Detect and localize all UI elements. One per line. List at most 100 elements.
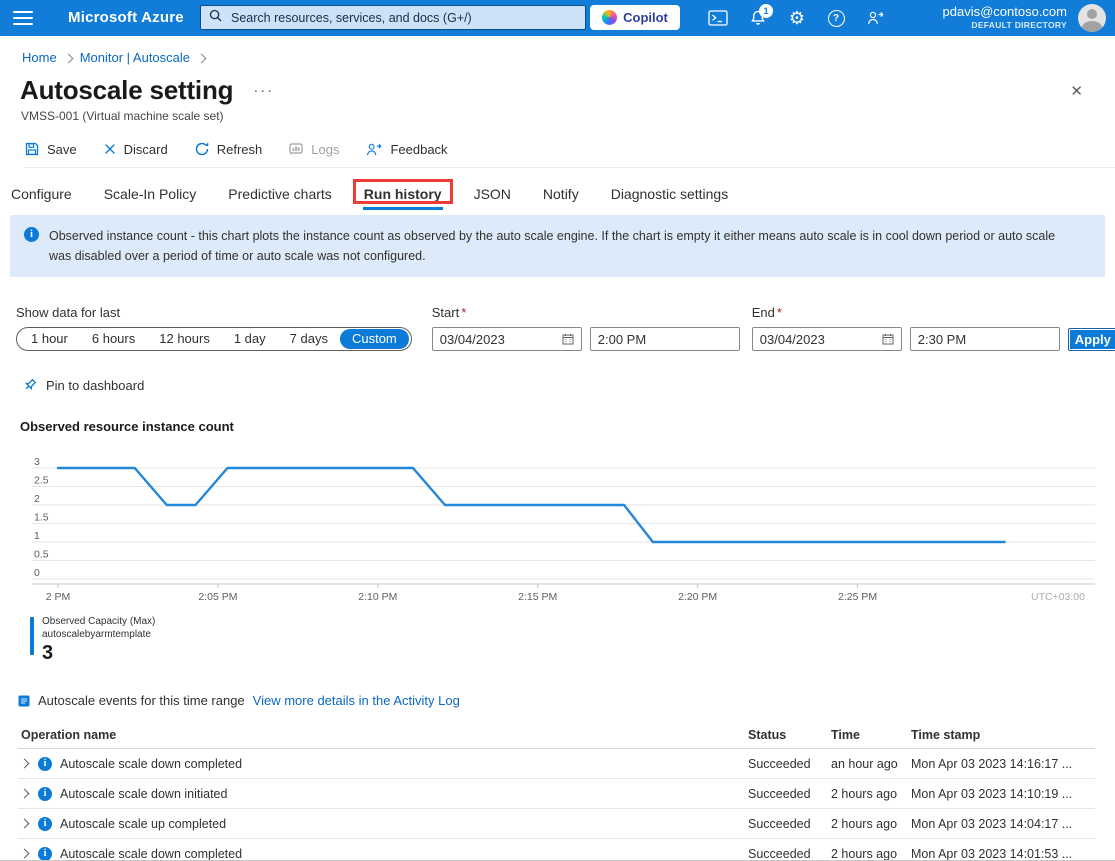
svg-text:2:05 PM: 2:05 PM — [198, 591, 237, 603]
tab-json[interactable]: JSON — [473, 182, 512, 210]
expand-chevron-icon[interactable] — [20, 759, 30, 769]
tab-scale-in-policy[interactable]: Scale-In Policy — [103, 182, 198, 210]
calendar-icon — [882, 333, 894, 345]
feedback-person-icon — [866, 10, 885, 26]
info-banner: i Observed instance count - this chart p… — [10, 215, 1105, 277]
copilot-button[interactable]: Copilot — [590, 5, 680, 30]
brand-title[interactable]: Microsoft Azure — [68, 9, 184, 26]
end-group: End* 03/04/2023 2:30 PM — [752, 305, 1060, 351]
logs-button[interactable]: Logs — [288, 141, 339, 157]
more-options-icon[interactable]: ··· — [253, 82, 274, 99]
end-date-field[interactable]: 03/04/2023 — [752, 327, 902, 351]
legend-resource-name: autoscalebyarmtemplate — [42, 628, 155, 641]
account-info[interactable]: pdavis@contoso.com DEFAULT DIRECTORY — [943, 4, 1067, 31]
avatar[interactable] — [1078, 4, 1106, 32]
table-row[interactable]: i Autoscale scale up completed Succeeded2 … — [18, 809, 1095, 839]
close-icon[interactable]: ✕ — [1070, 82, 1083, 100]
range-12-hours[interactable]: 12 hours — [147, 329, 222, 349]
table-row[interactable]: iAutoscale scale down initiatedSucceeded… — [18, 779, 1095, 809]
range-6-hours[interactable]: 6 hours — [80, 329, 147, 349]
svg-text:2:10 PM: 2:10 PM — [358, 591, 397, 603]
time: an hour ago — [831, 757, 911, 771]
column-operation-name: Operation name — [18, 728, 748, 742]
range-1-hour[interactable]: 1 hour — [19, 329, 80, 349]
svg-text:2 PM: 2 PM — [46, 591, 71, 603]
terminal-icon — [708, 10, 728, 26]
svg-text:2: 2 — [34, 493, 40, 505]
column-time: Time — [831, 728, 911, 742]
tab-run-history[interactable]: Run history — [363, 182, 443, 210]
info-icon: i — [38, 787, 52, 801]
breadcrumb-home[interactable]: Home — [22, 50, 57, 65]
notifications-button[interactable]: 1 — [740, 0, 776, 36]
expand-chevron-icon[interactable] — [20, 849, 30, 859]
timestamp: Mon Apr 03 2023 14:16:17 ... — [911, 757, 1095, 771]
column-time-stamp: Time stamp — [911, 728, 1095, 742]
tab-predictive-charts[interactable]: Predictive charts — [227, 182, 332, 210]
apply-button[interactable]: Apply — [1068, 328, 1115, 351]
tab-notify[interactable]: Notify — [542, 182, 580, 210]
hamburger-menu-icon[interactable] — [13, 11, 33, 25]
instance-count-chart[interactable]: 00.511.522.532 PM2:05 PM2:10 PM2:15 PM2:… — [20, 454, 1115, 611]
chart-legend[interactable]: Observed Capacity (Max) autoscalebyarmte… — [30, 615, 1115, 665]
pin-to-dashboard-button[interactable]: Pin to dashboard — [22, 377, 1115, 393]
settings-button[interactable]: ⚙ — [779, 0, 815, 36]
save-button[interactable]: Save — [24, 141, 77, 157]
start-group: Start* 03/04/2023 2:00 PM — [432, 305, 740, 351]
top-bar: Microsoft Azure Copilot 1 ⚙ ? pdavis@ — [0, 0, 1115, 36]
end-label: End* — [752, 305, 1060, 320]
info-icon: i — [38, 817, 52, 831]
chart-title: Observed resource instance count — [20, 419, 1115, 434]
feedback-button-top[interactable] — [857, 0, 893, 36]
svg-text:2:15 PM: 2:15 PM — [518, 591, 557, 603]
time: 2 hours ago — [831, 817, 911, 831]
expand-chevron-icon[interactable] — [20, 789, 30, 799]
info-icon: i — [38, 757, 52, 771]
feedback-button[interactable]: Feedback — [365, 142, 447, 157]
help-button[interactable]: ? — [818, 0, 854, 36]
search-icon — [209, 9, 222, 27]
discard-button[interactable]: Discard — [103, 142, 168, 157]
azure-portal-window: Microsoft Azure Copilot 1 ⚙ ? pdavis@ — [0, 0, 1115, 861]
start-date-field[interactable]: 03/04/2023 — [432, 327, 582, 351]
table-row[interactable]: iAutoscale scale down completedSucceeded… — [18, 749, 1095, 779]
chevron-right-icon — [63, 53, 73, 63]
help-icon: ? — [828, 10, 845, 27]
time: 2 hours ago — [831, 787, 911, 801]
tab-diagnostic-settings[interactable]: Diagnostic settings — [610, 182, 730, 210]
table-row[interactable]: iAutoscale scale down completedSucceeded… — [18, 839, 1095, 861]
refresh-button[interactable]: Refresh — [194, 141, 263, 157]
cloud-shell-button[interactable] — [700, 0, 736, 36]
search-input[interactable] — [229, 10, 577, 26]
events-heading: Autoscale events for this time range — [38, 693, 245, 708]
svg-text:1.5: 1.5 — [34, 512, 49, 524]
end-time-field[interactable]: 2:30 PM — [910, 327, 1060, 351]
start-label: Start* — [432, 305, 740, 320]
range-7-days[interactable]: 7 days — [278, 329, 340, 349]
show-data-label: Show data for last — [16, 305, 412, 320]
status: Succeeded — [748, 817, 831, 831]
expand-chevron-icon[interactable] — [20, 819, 30, 829]
status: Succeeded — [748, 787, 831, 801]
tab-configure[interactable]: Configure — [10, 182, 73, 210]
time: 2 hours ago — [831, 847, 911, 861]
time-filter-bar: Show data for last 1 hour6 hours12 hours… — [16, 305, 1115, 351]
logs-icon — [288, 141, 304, 157]
breadcrumb: Home Monitor | Autoscale — [22, 50, 1115, 65]
activity-log-link[interactable]: View more details in the Activity Log — [253, 693, 460, 708]
notification-badge: 1 — [759, 4, 773, 18]
events-table-body: i Autoscale scale down completed Succeeded… — [18, 749, 1095, 861]
time-range-segmented: 1 hour6 hours12 hours1 day7 daysCustom — [16, 327, 412, 351]
operation-name: Autoscale scale down completed — [60, 757, 242, 771]
global-search[interactable] — [200, 5, 586, 30]
range-custom[interactable]: Custom — [340, 329, 409, 349]
start-time-field[interactable]: 2:00 PM — [590, 327, 740, 351]
range-1-day[interactable]: 1 day — [222, 329, 278, 349]
operation-name: Autoscale scale up completed — [60, 817, 226, 831]
legend-color-bar — [30, 617, 34, 655]
user-directory: DEFAULT DIRECTORY — [943, 20, 1067, 31]
timestamp: Mon Apr 03 2023 14:04:17 ... — [911, 817, 1095, 831]
tab-bar: Configure Scale-In Policy Predictive chart… — [10, 176, 1115, 210]
save-icon — [24, 141, 40, 157]
breadcrumb-monitor-autoscale[interactable]: Monitor | Autoscale — [80, 50, 190, 65]
